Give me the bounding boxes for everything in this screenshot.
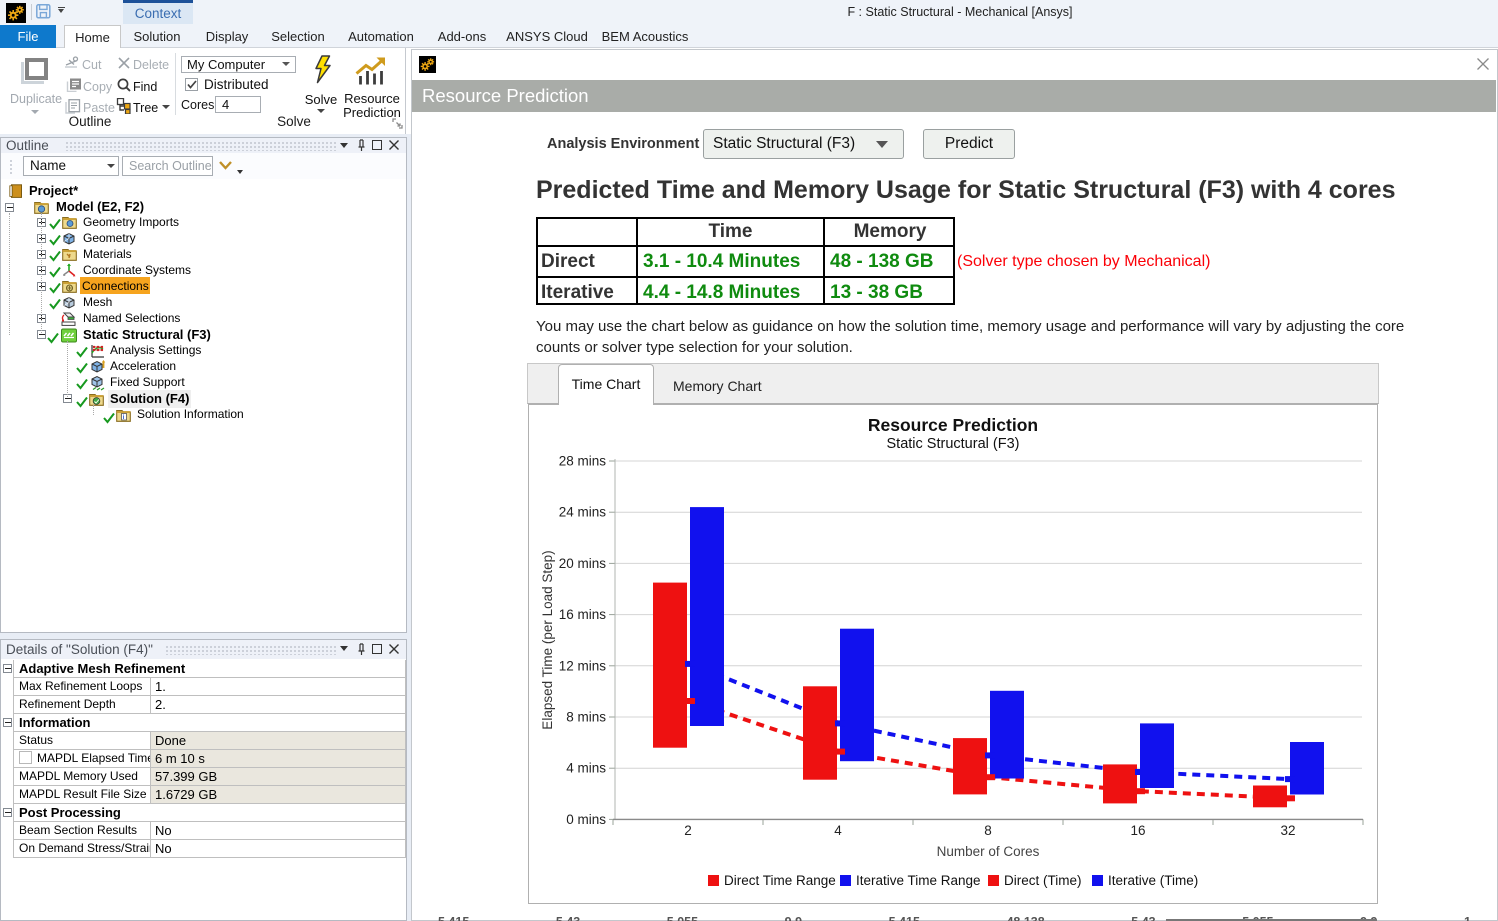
svg-text:20 mins: 20 mins (559, 556, 607, 571)
svg-text:Number of Cores: Number of Cores (937, 844, 1040, 859)
svg-text:Iterative (Time): Iterative (Time) (1108, 873, 1198, 888)
svg-text:Direct (Time): Direct (Time) (1004, 873, 1082, 888)
svg-text:32: 32 (1280, 823, 1295, 838)
svg-text:8 mins: 8 mins (566, 710, 606, 725)
svg-text:4: 4 (834, 823, 842, 838)
svg-text:Elapsed Time (per Load Step): Elapsed Time (per Load Step) (540, 550, 555, 729)
svg-text:8: 8 (984, 823, 992, 838)
svg-text:2: 2 (684, 823, 692, 838)
svg-text:Direct Time Range: Direct Time Range (724, 873, 836, 888)
svg-text:16: 16 (1130, 823, 1145, 838)
svg-text:0 mins: 0 mins (566, 812, 606, 827)
svg-text:12 mins: 12 mins (559, 658, 607, 673)
svg-text:16 mins: 16 mins (559, 607, 607, 622)
svg-text:Static Structural (F3): Static Structural (F3) (887, 436, 1020, 452)
svg-text:Resource Prediction: Resource Prediction (868, 415, 1038, 435)
svg-text:4 mins: 4 mins (566, 761, 606, 776)
svg-text:28 mins: 28 mins (559, 454, 607, 469)
svg-text:Iterative Time Range: Iterative Time Range (856, 873, 981, 888)
svg-text:24 mins: 24 mins (559, 505, 607, 520)
